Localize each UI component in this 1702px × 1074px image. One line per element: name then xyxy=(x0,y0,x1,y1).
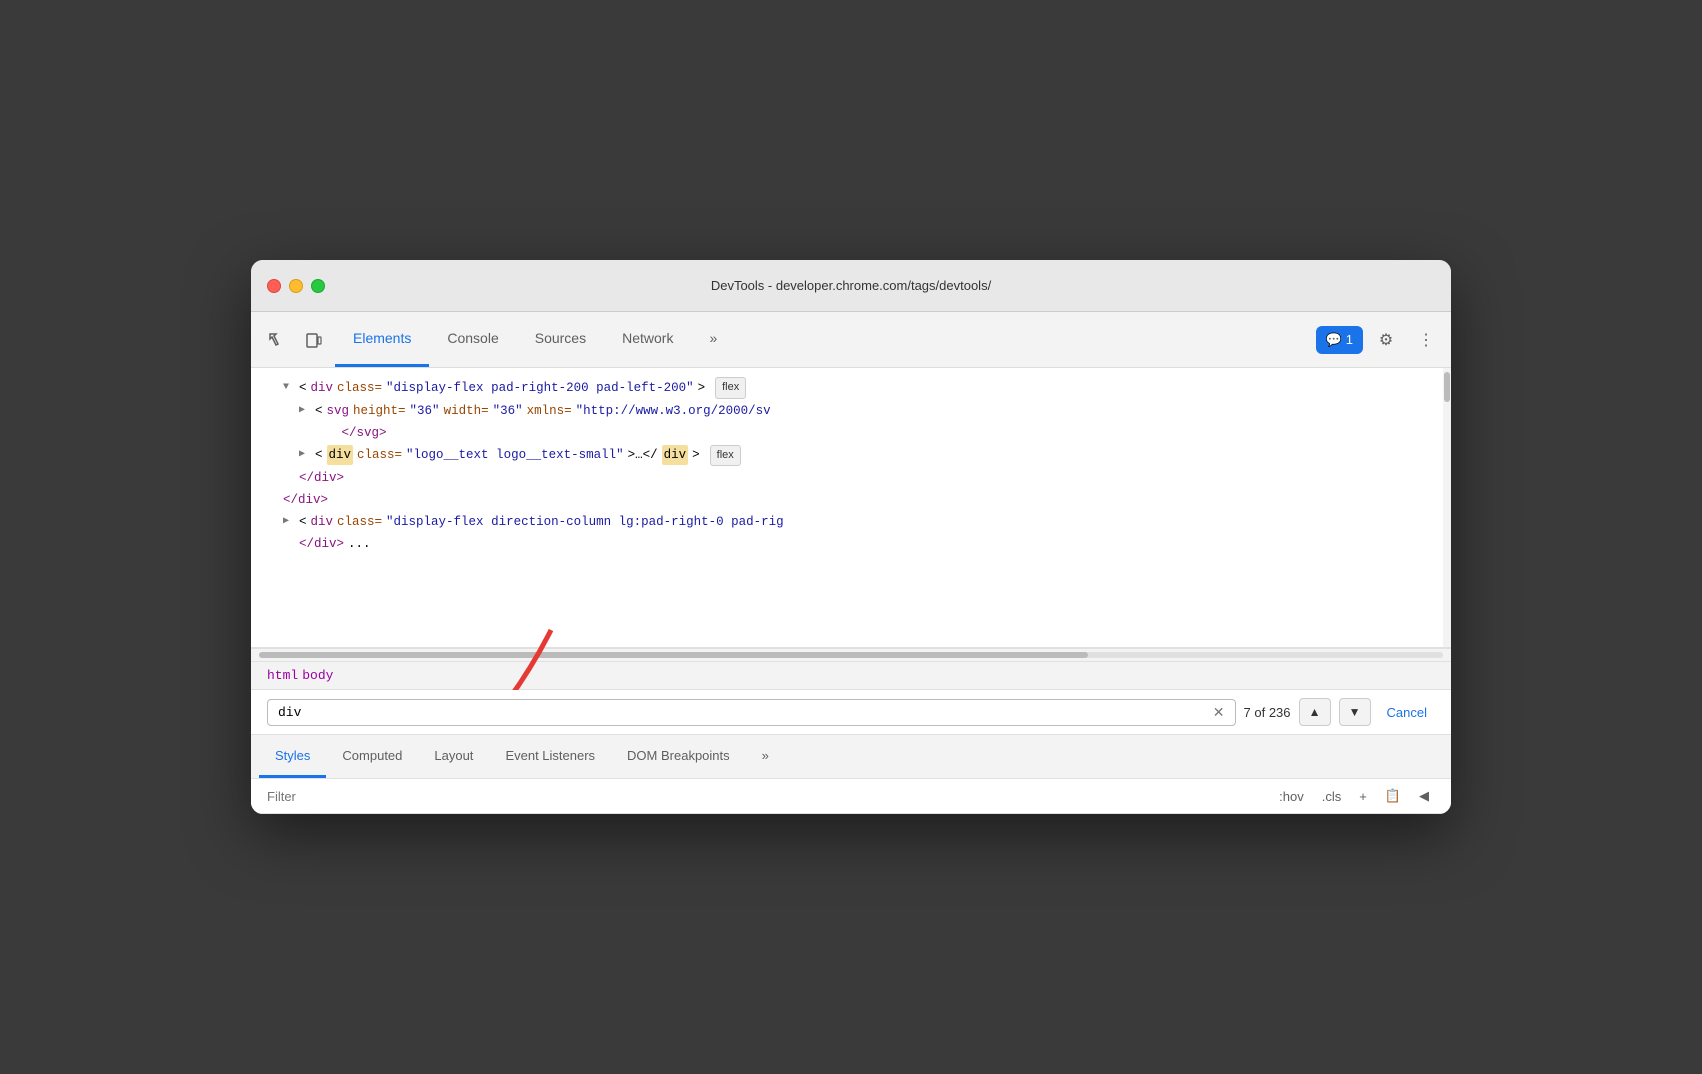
tab-console[interactable]: Console xyxy=(429,312,516,367)
more-options-button[interactable]: ⋮ xyxy=(1409,323,1443,357)
tab-elements[interactable]: Elements xyxy=(335,312,429,367)
search-clear-button[interactable]: ✕ xyxy=(1213,704,1225,721)
breadcrumb-body[interactable]: body xyxy=(302,668,333,683)
scrollbar-track xyxy=(259,652,1443,658)
tab-sources[interactable]: Sources xyxy=(517,312,604,367)
search-input[interactable] xyxy=(278,705,1213,720)
chevron-down-icon: ▼ xyxy=(1349,705,1361,719)
tab-network[interactable]: Network xyxy=(604,312,691,367)
toggle-sidebar-icon: ◀ xyxy=(1419,788,1429,803)
tab-styles[interactable]: Styles xyxy=(259,735,326,778)
device-toolbar-button[interactable] xyxy=(297,323,331,357)
breadcrumb-html[interactable]: html xyxy=(267,668,298,683)
search-bar: ✕ 7 of 236 ▲ ▼ Cancel xyxy=(251,690,1451,735)
html-line[interactable]: <div class="logo__text logo__text-small"… xyxy=(251,444,1451,468)
add-style-button[interactable]: + xyxy=(1353,786,1373,807)
tab-layout[interactable]: Layout xyxy=(418,735,489,778)
filter-bar: :hov .cls + 📋 ◀ xyxy=(251,779,1451,814)
notification-button[interactable]: 💬 1 xyxy=(1316,326,1363,354)
search-prev-button[interactable]: ▲ xyxy=(1299,698,1331,726)
breadcrumb-bar: html body xyxy=(251,662,1451,690)
maximize-button[interactable] xyxy=(311,279,325,293)
scrollbar-thumb xyxy=(259,652,1088,658)
html-line[interactable]: </svg> xyxy=(251,422,1451,444)
tab-event-listeners[interactable]: Event Listeners xyxy=(489,735,611,778)
cls-button[interactable]: .cls xyxy=(1316,786,1348,807)
html-line[interactable]: <div class="display-flex pad-right-200 p… xyxy=(251,376,1451,400)
chevron-up-icon: ▲ xyxy=(1309,705,1321,719)
html-line[interactable]: </div> xyxy=(251,467,1451,489)
expand-arrow[interactable] xyxy=(283,514,295,530)
more-tabs-icon: » xyxy=(762,748,769,763)
search-next-button[interactable]: ▼ xyxy=(1339,698,1371,726)
scrollbar-thumb xyxy=(1444,372,1450,402)
tab-more-sub[interactable]: » xyxy=(746,735,785,778)
toggle-sidebar-button[interactable]: ◀ xyxy=(1413,785,1435,807)
new-rule-icon: 📋 xyxy=(1385,788,1401,803)
horizontal-scrollbar[interactable] xyxy=(251,648,1451,662)
search-cancel-button[interactable]: Cancel xyxy=(1379,701,1435,724)
html-line[interactable]: </div> xyxy=(251,489,1451,511)
main-tabs: Elements Console Sources Network » xyxy=(335,312,1312,367)
html-line[interactable]: <svg height="36" width="36" xmlns="http:… xyxy=(251,400,1451,422)
filter-actions: :hov .cls + 📋 ◀ xyxy=(1273,785,1435,807)
search-count: 7 of 236 xyxy=(1244,705,1291,720)
inspect-element-button[interactable] xyxy=(259,323,293,357)
annotation-area: ✕ 7 of 236 ▲ ▼ Cancel xyxy=(251,690,1451,735)
flex-badge: flex xyxy=(710,445,741,467)
toolbar-right: 💬 1 ⚙ ⋮ xyxy=(1316,323,1443,357)
html-line[interactable]: <div class="display-flex direction-colum… xyxy=(251,511,1451,533)
search-input-wrapper: ✕ xyxy=(267,699,1236,726)
html-line[interactable]: </div> ... xyxy=(251,533,1451,555)
more-icon: ⋮ xyxy=(1418,330,1434,350)
gear-icon: ⚙ xyxy=(1379,330,1393,350)
tab-more[interactable]: » xyxy=(691,312,735,367)
hov-button[interactable]: :hov xyxy=(1273,786,1310,807)
devtools-panel: Elements Console Sources Network » 💬 xyxy=(251,312,1451,814)
elements-panel: <div class="display-flex pad-right-200 p… xyxy=(251,368,1451,648)
highlighted-tag: div xyxy=(327,445,354,465)
close-button[interactable] xyxy=(267,279,281,293)
minimize-button[interactable] xyxy=(289,279,303,293)
devtools-window: DevTools - developer.chrome.com/tags/dev… xyxy=(251,260,1451,814)
new-style-rule-button[interactable]: 📋 xyxy=(1379,785,1407,807)
expand-arrow[interactable] xyxy=(299,447,311,463)
sub-tabs: Styles Computed Layout Event Listeners D… xyxy=(251,735,1451,779)
devtools-toolbar: Elements Console Sources Network » 💬 xyxy=(251,312,1451,368)
traffic-lights xyxy=(267,279,325,293)
window-title: DevTools - developer.chrome.com/tags/dev… xyxy=(711,278,991,293)
tab-computed[interactable]: Computed xyxy=(326,735,418,778)
title-bar: DevTools - developer.chrome.com/tags/dev… xyxy=(251,260,1451,312)
flex-badge: flex xyxy=(715,377,746,399)
plus-icon: + xyxy=(1359,789,1367,804)
settings-button[interactable]: ⚙ xyxy=(1369,323,1403,357)
expand-arrow[interactable] xyxy=(283,380,295,396)
expand-arrow[interactable] xyxy=(299,403,311,419)
vertical-scrollbar[interactable] xyxy=(1443,368,1451,647)
filter-input[interactable] xyxy=(267,789,1265,804)
highlighted-tag: div xyxy=(662,445,689,465)
tab-dom-breakpoints[interactable]: DOM Breakpoints xyxy=(611,735,746,778)
